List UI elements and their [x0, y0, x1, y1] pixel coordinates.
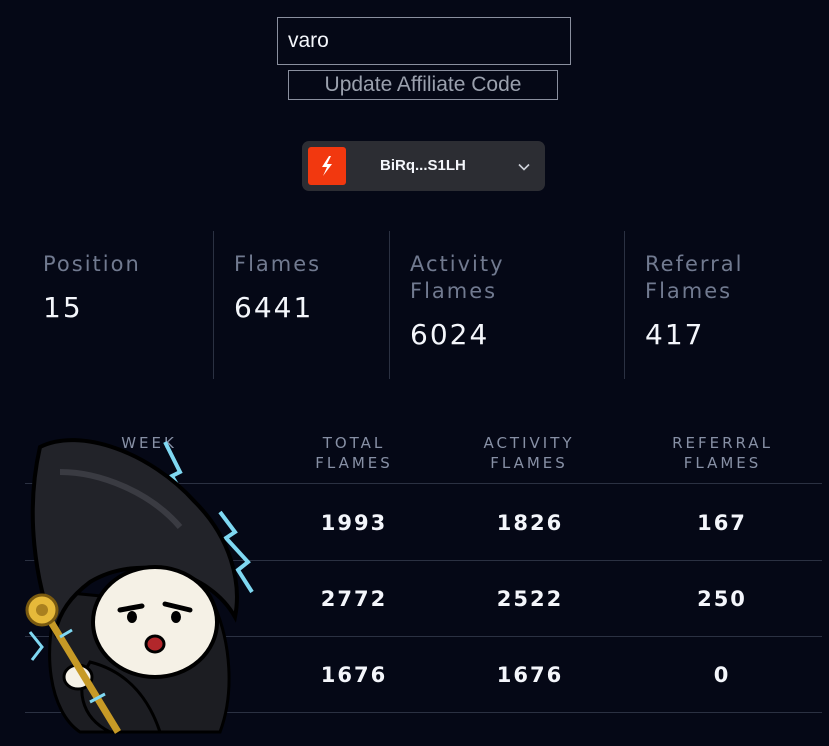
column-header-activity-flames: ACTIVITY FLAMES — [483, 434, 575, 472]
column-header-total-flames: TOTAL FLAMES — [315, 434, 393, 472]
wallet-selector[interactable]: BiRq...S1LH — [302, 141, 545, 191]
wallet-address: BiRq...S1LH — [380, 157, 466, 174]
stat-label: Activity Flames — [410, 252, 505, 303]
stat-label: Referral Flames — [645, 252, 744, 303]
cell-activity-flames: 1676 — [496, 663, 564, 687]
cell-total-flames: 1676 — [320, 663, 388, 687]
stat-value: 417 — [645, 318, 705, 351]
chevron-down-icon[interactable] — [517, 159, 531, 178]
cell-total-flames: 2772 — [320, 587, 388, 611]
reaper-mascot-icon — [20, 432, 260, 746]
stat-referral-flames: Referral Flames 417 — [645, 251, 795, 351]
cell-activity-flames: 2522 — [496, 587, 564, 611]
stat-activity-flames: Activity Flames 6024 — [410, 251, 560, 351]
stat-divider — [389, 231, 390, 379]
cell-activity-flames: 1826 — [496, 511, 564, 535]
cell-total-flames: 1993 — [320, 511, 388, 535]
flame-bolt-icon — [308, 147, 346, 185]
update-affiliate-code-button[interactable]: Update Affiliate Code — [288, 70, 558, 100]
stat-value: 6441 — [234, 291, 314, 324]
cell-referral-flames: 0 — [713, 663, 731, 687]
stat-label: Position — [43, 252, 141, 276]
stat-flames: Flames 6441 — [234, 251, 384, 324]
stat-value: 15 — [43, 291, 83, 324]
affiliate-code-input[interactable] — [277, 17, 571, 65]
stat-divider — [213, 231, 214, 379]
stat-label: Flames — [234, 252, 322, 276]
cell-referral-flames: 250 — [697, 587, 747, 611]
cell-referral-flames: 167 — [697, 511, 747, 535]
stat-divider — [624, 231, 625, 379]
stat-value: 6024 — [410, 318, 490, 351]
stat-position: Position 15 — [43, 251, 193, 324]
column-header-referral-flames: REFERRAL FLAMES — [672, 434, 773, 472]
